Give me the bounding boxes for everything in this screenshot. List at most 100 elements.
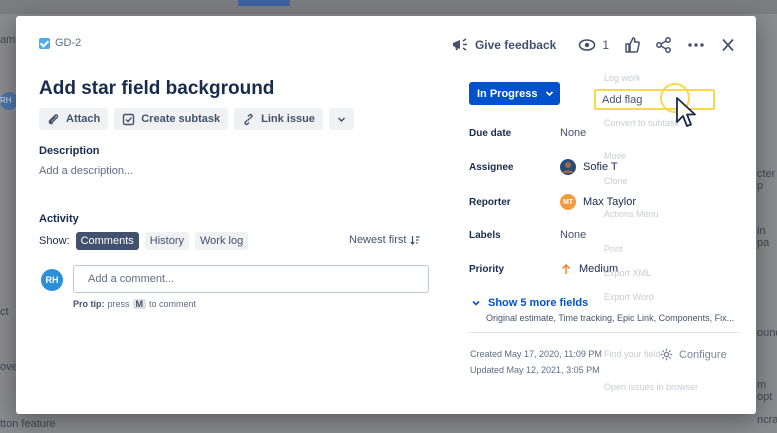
close-button[interactable] [712, 34, 744, 56]
link-issue-label: Link issue [261, 113, 315, 125]
priority-field: Priority Medium [469, 263, 618, 275]
comment-input[interactable]: Add a comment... [73, 265, 429, 293]
background-text: ounda [757, 327, 777, 339]
due-date-label: Due date [469, 127, 512, 139]
labels-field: Labels None [469, 229, 586, 241]
vote-button[interactable] [616, 34, 648, 56]
issue-action-buttons: Attach Create subtask Link issue [39, 108, 354, 130]
history-filter-button[interactable]: History [144, 232, 189, 250]
menu-item-export-word[interactable]: Export Word [604, 292, 654, 302]
share-button[interactable] [648, 34, 680, 56]
reporter-name: Max Taylor [583, 196, 636, 208]
show-more-label: Show 5 more fields [488, 297, 589, 309]
menu-item-log-work[interactable]: Log work [604, 73, 641, 83]
menu-item-convert[interactable]: Convert to subtask [604, 118, 679, 128]
create-subtask-label: Create subtask [141, 113, 221, 125]
reporter-field: Reporter MT Max Taylor [469, 194, 636, 210]
subtask-icon [123, 113, 135, 125]
menu-item-clone[interactable]: Clone [604, 176, 628, 186]
background-text: cter p [757, 168, 776, 192]
more-fields-list: Original estimate, Time tracking, Epic L… [486, 313, 735, 323]
menu-item-find-field[interactable]: Find your field [604, 349, 661, 359]
sort-order-label: Newest first [349, 234, 407, 246]
protip-press: press [107, 299, 130, 309]
reporter-value[interactable]: MT Max Taylor [560, 194, 636, 210]
assignee-value[interactable]: Sofie T [560, 159, 618, 175]
created-date: Created May 17, 2020, 11:09 PM [470, 349, 602, 359]
status-dropdown-button[interactable]: In Progress [469, 82, 560, 105]
megaphone-icon [452, 38, 467, 51]
comment-pro-tip: Pro tip: press M to comment [73, 299, 196, 309]
show-label: Show: [39, 235, 70, 247]
description-placeholder[interactable]: Add a description... [39, 165, 133, 177]
chevron-down-icon [472, 300, 480, 306]
menu-item-actions[interactable]: Actions Menu [604, 209, 659, 219]
priority-label: Priority [469, 263, 505, 275]
protip-suffix: to comment [149, 299, 197, 309]
labels-value[interactable]: None [560, 229, 586, 241]
background-text: tton feature [0, 418, 56, 430]
background-button [238, 0, 290, 6]
watch-button[interactable]: 1 [571, 34, 616, 56]
issue-breadcrumb[interactable]: GD-2 [39, 37, 81, 49]
configure-label: Configure [679, 348, 727, 361]
thumbs-up-icon [625, 37, 640, 53]
gear-icon [660, 348, 673, 361]
background-text: am [0, 34, 16, 46]
status-label: In Progress [477, 87, 538, 100]
eye-icon [579, 39, 596, 51]
background-text: in pa [757, 225, 770, 249]
updated-date: Updated May 12, 2021, 3:05 PM [470, 365, 600, 375]
comments-filter-button[interactable]: Comments [75, 232, 139, 250]
background-text: ct [0, 306, 9, 318]
work-log-filter-button[interactable]: Work log [195, 232, 249, 250]
assignee-field: Assignee Sofie T [469, 159, 618, 175]
more-horizontal-icon [688, 43, 704, 47]
labels-label: Labels [469, 229, 501, 241]
protip-shortcut-key: M [132, 299, 147, 309]
assignee-label: Assignee [469, 161, 514, 173]
more-issue-actions-button[interactable] [328, 108, 354, 130]
chevron-down-icon [337, 116, 345, 122]
mouse-pointer-icon [676, 97, 696, 127]
show-more-fields-button[interactable]: Show 5 more fields [471, 297, 588, 309]
background-text: m opt [757, 379, 773, 403]
details-divider [469, 332, 739, 333]
task-type-icon [39, 37, 50, 49]
activity-heading: Activity [39, 213, 79, 225]
chevron-down-icon [545, 91, 553, 97]
due-date-field: Due date None [469, 127, 586, 139]
share-icon [656, 37, 671, 53]
current-user-avatar: RH [41, 269, 63, 291]
sort-icon [410, 236, 420, 245]
due-date-value[interactable]: None [560, 127, 586, 139]
attach-label: Attach [66, 113, 101, 125]
menu-item-export-xml[interactable]: Export XML [604, 268, 651, 278]
assignee-avatar [560, 159, 576, 175]
configure-button[interactable]: Configure [660, 348, 727, 361]
activity-filter-row: Show: Comments History Work log [39, 232, 249, 250]
attach-button[interactable]: Attach [39, 108, 109, 130]
issue-key[interactable]: GD-2 [55, 37, 81, 49]
sort-order-button[interactable]: Newest first [349, 234, 420, 246]
issue-title[interactable]: Add star field background [39, 78, 274, 100]
link-issue-button[interactable]: Link issue [234, 108, 323, 130]
issue-modal: GD-2 Give feedback 1 Add star field back… [16, 16, 756, 414]
background-text: ncra [757, 414, 777, 426]
create-subtask-button[interactable]: Create subtask [114, 108, 229, 130]
person-icon [562, 162, 574, 173]
reporter-avatar: MT [560, 194, 576, 210]
background-topbar [0, 0, 777, 14]
menu-item-open-browser[interactable]: Open issues in browser [604, 382, 698, 392]
more-actions-button[interactable] [680, 34, 712, 56]
reporter-label: Reporter [469, 196, 511, 208]
menu-item-print[interactable]: Print [604, 244, 623, 254]
background-avatar-initials: RH [0, 96, 12, 105]
give-feedback-button[interactable]: Give feedback [444, 34, 563, 56]
paperclip-icon [48, 113, 59, 124]
protip-prefix: Pro tip: [73, 299, 105, 309]
menu-item-move[interactable]: Move [604, 151, 626, 161]
link-icon [244, 113, 253, 125]
close-icon [722, 38, 734, 52]
give-feedback-label: Give feedback [474, 38, 557, 52]
